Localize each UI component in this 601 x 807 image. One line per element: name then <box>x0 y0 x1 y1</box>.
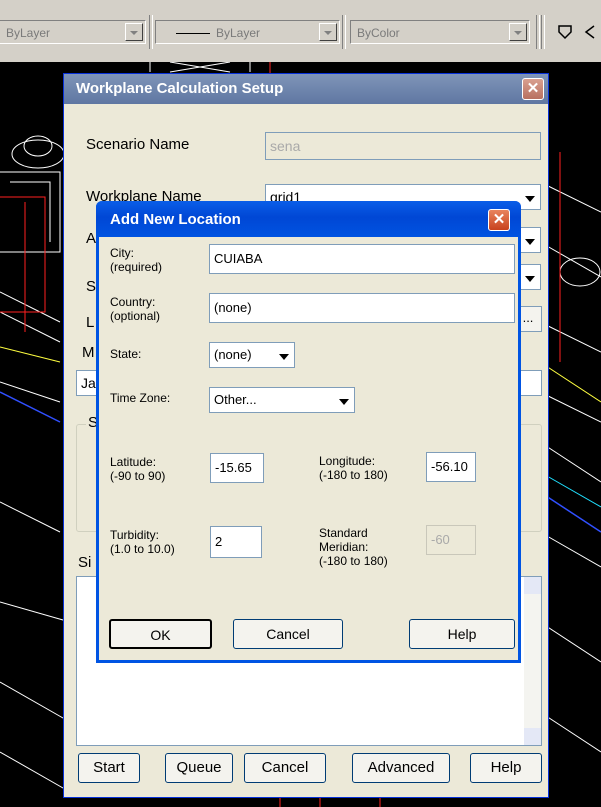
standard-meridian-label: Standard Meridian: (-180 to 180) <box>319 526 388 568</box>
longitude-label-text: Longitude: <box>319 454 376 468</box>
scroll-up-icon[interactable] <box>524 577 541 594</box>
row6-label: M <box>82 344 95 361</box>
state-value: (none) <box>214 347 252 362</box>
properties-toolbar: ByLayer ByLayer ByColor <box>0 0 601 62</box>
layer-combo-value: ByLayer <box>6 26 51 40</box>
turbidity-label: Turbidity: (1.0 to 10.0) <box>110 528 175 556</box>
list-scrollbar[interactable] <box>524 577 541 745</box>
toolbar-separator <box>342 15 346 49</box>
turbidity-hint: (1.0 to 10.0) <box>110 542 175 556</box>
row4-label: S <box>86 278 97 295</box>
chevron-down-icon[interactable] <box>275 344 293 366</box>
meridian-label-line2: Meridian: <box>319 540 369 554</box>
cancel-button[interactable]: Cancel <box>233 619 343 649</box>
toolbar-separator <box>541 15 545 49</box>
close-icon: ✕ <box>492 211 506 228</box>
latitude-hint: (-90 to 90) <box>110 469 166 483</box>
turbidity-label-text: Turbidity: <box>110 528 159 542</box>
city-field[interactable]: CUIABA <box>209 244 515 274</box>
close-icon: ✕ <box>526 80 540 97</box>
color-combo-value: ByColor <box>357 26 400 40</box>
scenario-name-label: Scenario Name <box>86 136 190 153</box>
arrow-left-icon[interactable] <box>580 22 600 42</box>
city-hint: (required) <box>110 260 163 274</box>
latitude-field[interactable]: -15.65 <box>210 453 264 483</box>
timezone-label: Time Zone: <box>110 391 171 405</box>
toolbar-separator <box>536 15 540 49</box>
city-label-text: City: <box>110 246 134 260</box>
chevron-down-icon[interactable] <box>319 23 337 41</box>
country-hint: (optional) <box>110 309 161 323</box>
cancel-button[interactable]: Cancel <box>244 753 326 783</box>
timezone-value: Other... <box>214 392 257 407</box>
scenario-name-field[interactable]: sena <box>265 132 541 160</box>
row3-label: A <box>86 230 97 247</box>
turbidity-field[interactable]: 2 <box>210 526 262 558</box>
advanced-button[interactable]: Advanced <box>352 753 450 783</box>
state-combo[interactable]: (none) <box>209 342 295 368</box>
dialog-title: Workplane Calculation Setup <box>76 80 284 97</box>
linetype-combo-value: ByLayer <box>216 26 261 40</box>
city-label: City: (required) <box>110 246 162 274</box>
close-button[interactable]: ✕ <box>522 78 544 100</box>
spin-button[interactable] <box>520 370 542 396</box>
country-label: Country: (optional) <box>110 295 160 323</box>
longitude-hint: (-180 to 180) <box>319 468 388 482</box>
location-title-bar[interactable]: Add New Location <box>96 201 521 237</box>
latitude-label: Latitude: (-90 to 90) <box>110 455 165 483</box>
latitude-label-text: Latitude: <box>110 455 157 469</box>
row5-label: L <box>86 314 95 331</box>
location-dialog-title: Add New Location <box>110 211 241 228</box>
country-label-text: Country: <box>110 295 156 309</box>
standard-meridian-field[interactable]: -60 <box>426 525 476 555</box>
help-button[interactable]: Help <box>409 619 515 649</box>
longitude-label: Longitude: (-180 to 180) <box>319 454 388 482</box>
plot-icon[interactable] <box>556 22 576 42</box>
longitude-field[interactable]: -56.10 <box>426 452 476 482</box>
list-label: Si <box>78 554 92 571</box>
chevron-down-icon[interactable] <box>509 23 527 41</box>
start-button[interactable]: Start <box>78 753 140 783</box>
linetype-combo[interactable]: ByLayer <box>155 20 340 44</box>
meridian-label-line1: Standard <box>319 526 368 540</box>
color-combo[interactable]: ByColor <box>350 20 530 44</box>
add-new-location-dialog: Add New Location ✕ City: (required) CUIAB… <box>96 201 521 663</box>
linetype-swatch-icon <box>176 33 210 35</box>
chevron-down-icon[interactable] <box>125 23 143 41</box>
chevron-down-icon[interactable] <box>521 186 539 208</box>
chevron-down-icon[interactable] <box>335 389 353 411</box>
close-button[interactable]: ✕ <box>488 209 510 231</box>
toolbar-separator <box>149 15 153 49</box>
country-field[interactable]: (none) <box>209 293 515 323</box>
timezone-combo[interactable]: Other... <box>209 387 355 413</box>
ok-button[interactable]: OK <box>109 619 212 649</box>
chevron-down-icon[interactable] <box>521 229 539 251</box>
state-label: State: <box>110 347 142 361</box>
scroll-down-icon[interactable] <box>524 728 541 745</box>
chevron-down-icon[interactable] <box>521 266 539 288</box>
dialog-title-bar[interactable]: Workplane Calculation Setup <box>64 74 548 104</box>
meridian-hint: (-180 to 180) <box>319 554 388 568</box>
help-button[interactable]: Help <box>470 753 542 783</box>
layer-combo[interactable]: ByLayer <box>0 20 146 44</box>
queue-button[interactable]: Queue <box>165 753 233 783</box>
